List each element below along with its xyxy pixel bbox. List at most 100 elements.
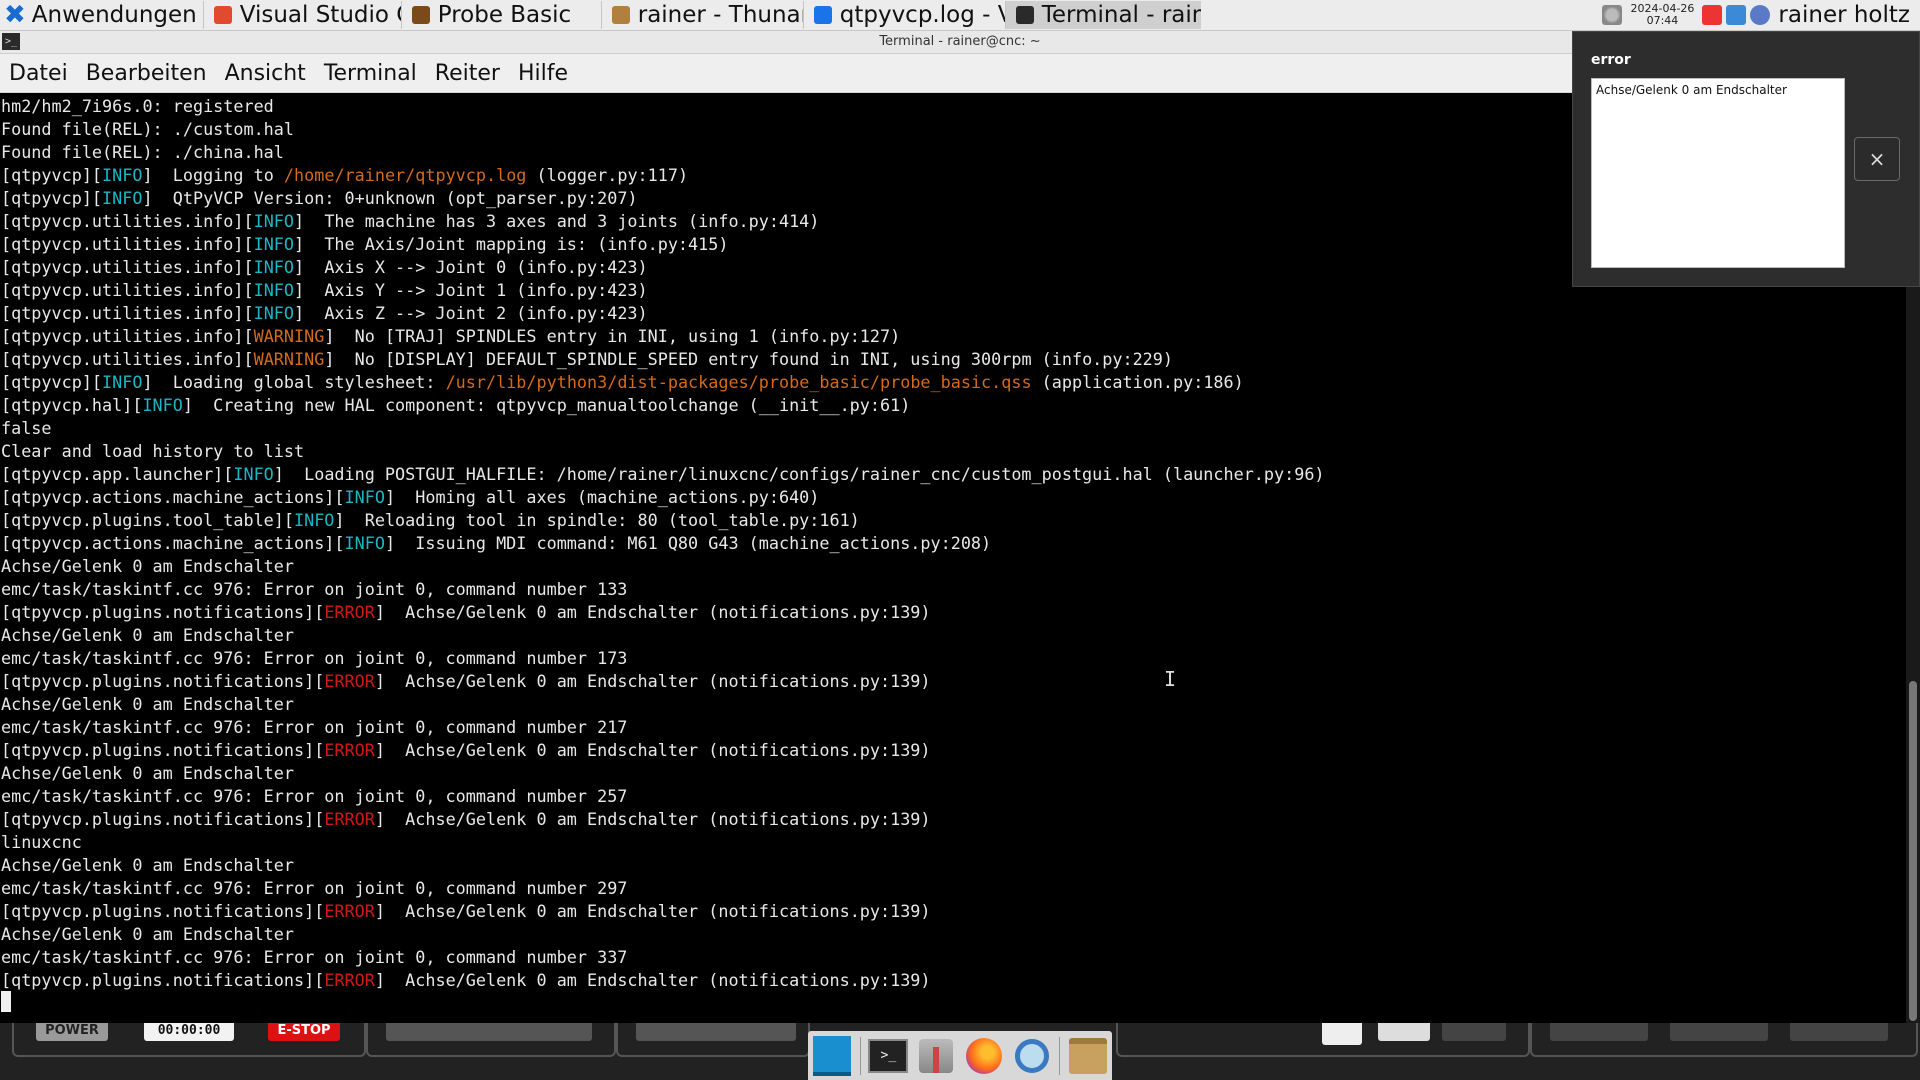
terminal-text-segment: [qtpyvcp.plugins.notifications][ (1, 901, 325, 921)
user-icon[interactable] (1750, 5, 1771, 25)
menu-ansicht[interactable]: Ansicht (216, 61, 315, 86)
close-icon[interactable]: × (1854, 137, 1900, 181)
settings-tools-icon[interactable] (916, 1036, 956, 1076)
file-manager-icon[interactable] (1068, 1036, 1108, 1076)
terminal-line: Clear and load history to list (1, 440, 1906, 463)
terminal-line: [qtpyvcp.plugins.notifications][ERROR] A… (1, 739, 1906, 762)
menu-hilfe[interactable]: Hilfe (509, 61, 577, 86)
terminal-line: Achse/Gelenk 0 am Endschalter (1, 923, 1906, 946)
search-magnifier-icon[interactable] (1012, 1036, 1052, 1076)
terminal-text-segment: ERROR (324, 740, 375, 760)
terminal-text-segment: ] Achse/Gelenk 0 am Endschalter (notific… (374, 809, 931, 829)
terminal-text-segment: INFO (102, 188, 143, 208)
terminal-text-segment: /home/rainer/qtpyvcp.log (283, 165, 527, 185)
terminal-text-segment: (application.py:186) (1031, 372, 1244, 392)
taskbar-item-label: qtpyvcp.log - V... (839, 2, 1005, 28)
terminal-text-segment: [qtpyvcp][ (1, 165, 103, 185)
terminal-text-segment: [qtpyvcp.plugins.tool_table][ (1, 510, 294, 530)
taskbar-item[interactable]: Terminal - rain... (1004, 1, 1201, 29)
terminal-line: emc/task/taskintf.cc 976: Error on joint… (1, 647, 1906, 670)
estop-button[interactable]: E-STOP (268, 1023, 340, 1041)
menu-terminal[interactable]: Terminal (315, 61, 426, 86)
terminal-text-segment: ] Loading global stylesheet: (142, 372, 446, 392)
menu-datei[interactable]: Datei (0, 61, 77, 86)
background-far-button-1[interactable] (1550, 1023, 1648, 1041)
terminal-text-segment: Found file(REL): ./china.hal (1, 142, 284, 162)
terminal-text-segment: ] No [TRAJ] SPINDLES entry in INI, using… (324, 326, 901, 346)
show-desktop-icon[interactable] (812, 1035, 852, 1076)
terminal-text-segment: Achse/Gelenk 0 am Endschalter (1, 763, 294, 783)
vscode-icon (213, 6, 232, 24)
scrollbar-thumb[interactable] (1909, 681, 1917, 1021)
menu-bearbeiten[interactable]: Bearbeiten (77, 61, 216, 86)
vscode-icon (813, 6, 832, 24)
terminal-window-icon[interactable]: >_ (2, 33, 20, 50)
background-far-button-3[interactable] (1790, 1023, 1888, 1041)
terminal-text-segment: ERROR (324, 970, 375, 990)
terminal-text-segment: ERROR (324, 809, 375, 829)
terminal-line: emc/task/taskintf.cc 976: Error on joint… (1, 946, 1906, 969)
error-message: Achse/Gelenk 0 am Endschalter (1596, 83, 1787, 97)
terminal-text-segment: emc/task/taskintf.cc 976: Error on joint… (1, 878, 628, 898)
power-button[interactable]: POWER (36, 1023, 108, 1041)
terminal-text-segment: INFO (142, 395, 183, 415)
xfce-logo-icon: ✖ (4, 0, 26, 30)
taskbar-item[interactable]: rainer - Thunar (600, 1, 803, 29)
terminal-text-segment: ERROR (324, 901, 375, 921)
terminal-text-segment: [qtpyvcp.utilities.info][ (1, 303, 254, 323)
taskbar-item[interactable]: Probe Basic (400, 1, 601, 29)
terminal-text-segment: Achse/Gelenk 0 am Endschalter (1, 924, 294, 944)
terminal-icon (1015, 6, 1034, 24)
dock: >_ (808, 1031, 1112, 1080)
terminal-text-segment: ] Axis X --> Joint 0 (info.py:423) (294, 257, 648, 277)
user-menu[interactable]: rainer holtz (1778, 2, 1910, 28)
terminal-line: [qtpyvcp.utilities.info][WARNING] No [TR… (1, 325, 1906, 348)
terminal-text-segment: ] Achse/Gelenk 0 am Endschalter (notific… (374, 740, 931, 760)
firefox-icon[interactable] (964, 1036, 1004, 1076)
error-notification: error Achse/Gelenk 0 am Endschalter × (1572, 31, 1920, 287)
taskbar-item[interactable]: Visual Studio C... (202, 1, 401, 29)
terminal-line: [qtpyvcp.actions.machine_actions][INFO] … (1, 486, 1906, 509)
clock[interactable]: 2024-04-26 07:44 (1630, 3, 1694, 27)
terminal-text-segment: [qtpyvcp.actions.machine_actions][ (1, 533, 345, 553)
background-white-button-a[interactable] (1322, 1023, 1362, 1045)
terminal-line: [qtpyvcp.plugins.notifications][ERROR] A… (1, 900, 1906, 923)
clock-time: 07:44 (1646, 14, 1679, 27)
probe-basic-icon (411, 6, 430, 24)
dock-separator (859, 1036, 861, 1075)
background-white-button-b[interactable] (1378, 1023, 1430, 1041)
terminal-text-segment: emc/task/taskintf.cc 976: Error on joint… (1, 648, 628, 668)
terminal-window-title: Terminal - rainer@cnc: ~ (879, 34, 1041, 49)
terminal-text-segment: [qtpyvcp][ (1, 372, 103, 392)
taskbar-item-label: rainer - Thunar (637, 2, 803, 28)
background-far-button-2[interactable] (1670, 1023, 1768, 1041)
background-mid-button[interactable] (386, 1023, 592, 1041)
terminal-text-segment: INFO (102, 372, 143, 392)
terminal-line: [qtpyvcp.plugins.tool_table][INFO] Reloa… (1, 509, 1906, 532)
terminal-line: [qtpyvcp.plugins.notifications][ERROR] A… (1, 969, 1906, 992)
terminal-text-segment: ] Issuing MDI command: M61 Q80 G43 (mach… (384, 533, 992, 553)
background-mid2-button[interactable] (636, 1023, 796, 1041)
terminal-icon[interactable]: >_ (868, 1036, 909, 1076)
applications-menu-label: Anwendungen (31, 2, 197, 28)
terminal-line: [qtpyvcp.plugins.notifications][ERROR] A… (1, 808, 1906, 831)
menu-reiter[interactable]: Reiter (426, 61, 509, 86)
anydesk-icon[interactable] (1702, 5, 1723, 25)
display-icon[interactable] (1726, 5, 1747, 25)
terminal-cursor (1, 991, 11, 1012)
terminal-line: false (1, 417, 1906, 440)
applications-menu[interactable]: ✖ Anwendungen (0, 0, 203, 30)
terminal-line: emc/task/taskintf.cc 976: Error on joint… (1, 785, 1906, 808)
terminal-text-segment: ] Reloading tool in spindle: 80 (tool_ta… (334, 510, 860, 530)
terminal-text-segment: [qtpyvcp.app.launcher][ (1, 464, 234, 484)
terminal-line: [qtpyvcp.plugins.notifications][ERROR] A… (1, 670, 1906, 693)
system-tray: 2024-04-26 07:44 rainer holtz (1602, 0, 1920, 30)
terminal-text-segment: INFO (253, 234, 295, 254)
terminal-text-segment: [qtpyvcp.utilities.info][ (1, 326, 254, 346)
terminal-text-segment: [qtpyvcp.utilities.info][ (1, 257, 254, 277)
terminal-text-segment: INFO (102, 165, 143, 185)
background-dark-button[interactable] (1442, 1023, 1506, 1041)
terminal-text-segment: ] Achse/Gelenk 0 am Endschalter (notific… (374, 671, 931, 691)
network-icon[interactable] (1602, 5, 1623, 25)
taskbar-item[interactable]: qtpyvcp.log - V... (802, 1, 1005, 29)
